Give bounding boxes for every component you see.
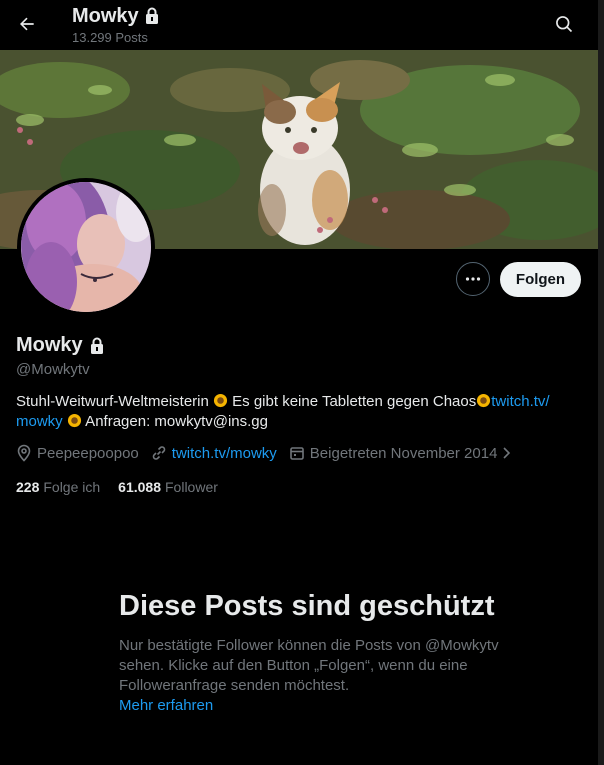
bio-twitch-link[interactable]: twitch.tv/ bbox=[491, 393, 549, 410]
more-options-button[interactable] bbox=[456, 262, 490, 296]
profile-meta: Peepeepoopoo twitch.tv/mowky Beigetreten… bbox=[16, 444, 524, 462]
website: twitch.tv/mowky bbox=[151, 445, 277, 462]
followers-label: Follower bbox=[165, 479, 218, 495]
bio-text: Es gibt keine Tabletten gegen Chaos bbox=[228, 393, 477, 410]
more-dots-icon bbox=[465, 277, 481, 281]
protected-title: Diese Posts sind geschützt bbox=[119, 590, 495, 622]
bio-text: Stuhl-Weitwurf-Weltmeisterin bbox=[16, 393, 213, 410]
following-label: Folge ich bbox=[43, 479, 101, 495]
lock-icon bbox=[145, 7, 158, 24]
follow-button[interactable]: Folgen bbox=[500, 262, 581, 297]
chevron-right-icon bbox=[503, 447, 511, 459]
profile-stats: 228 Folge ich 61.088 Follower bbox=[16, 479, 218, 495]
avatar[interactable] bbox=[17, 178, 155, 316]
profile-handle: @Mowkytv bbox=[16, 361, 90, 378]
header-titles: Mowky 13.299 Posts bbox=[72, 4, 160, 45]
protected-text: Nur bestätigte Follower können die Posts… bbox=[119, 637, 499, 694]
header-title: Mowky bbox=[72, 5, 139, 27]
location: Peepeepoopoo bbox=[16, 444, 139, 462]
cat-illustration bbox=[258, 82, 350, 245]
bio-twitch-link-cont[interactable]: mowky bbox=[16, 413, 63, 430]
location-pin-icon bbox=[17, 444, 31, 462]
protected-notice: Diese Posts sind geschützt Nur bestätigt… bbox=[119, 588, 499, 716]
sunflower-emoji bbox=[213, 393, 228, 408]
top-bar: Mowky 13.299 Posts bbox=[0, 0, 598, 50]
joined[interactable]: Beigetreten November 2014 bbox=[289, 445, 513, 462]
joined-text: Beigetreten November 2014 bbox=[309, 444, 498, 462]
profile-bio: Stuhl-Weitwurf-Weltmeisterin Es gibt kei… bbox=[16, 392, 586, 432]
arrow-left-icon bbox=[20, 17, 34, 31]
profile-name: Mowky bbox=[16, 334, 105, 357]
header-name: Mowky bbox=[72, 4, 160, 28]
profile-name-text: Mowky bbox=[16, 334, 83, 356]
scrollbar[interactable] bbox=[598, 0, 604, 765]
lock-icon bbox=[90, 337, 103, 354]
calendar-icon bbox=[289, 447, 304, 460]
search-icon bbox=[556, 16, 573, 33]
followers-stat[interactable]: 61.088 Follower bbox=[118, 479, 218, 495]
location-text: Peepeepoopoo bbox=[37, 444, 139, 462]
sunflower-emoji bbox=[477, 393, 491, 408]
learn-more-link[interactable]: Mehr erfahren bbox=[119, 696, 499, 716]
link-icon bbox=[152, 446, 166, 460]
following-stat[interactable]: 228 Folge ich bbox=[16, 479, 100, 495]
back-button[interactable] bbox=[10, 7, 44, 41]
website-link[interactable]: twitch.tv/mowky bbox=[172, 445, 277, 462]
search-button[interactable] bbox=[548, 8, 580, 40]
sunflower-emoji bbox=[67, 413, 81, 428]
posts-count: 13.299 Posts bbox=[72, 30, 148, 45]
bio-text: Anfragen: mowkytv@ins.gg bbox=[81, 413, 268, 430]
followers-count: 61.088 bbox=[118, 479, 161, 495]
following-count: 228 bbox=[16, 479, 40, 495]
